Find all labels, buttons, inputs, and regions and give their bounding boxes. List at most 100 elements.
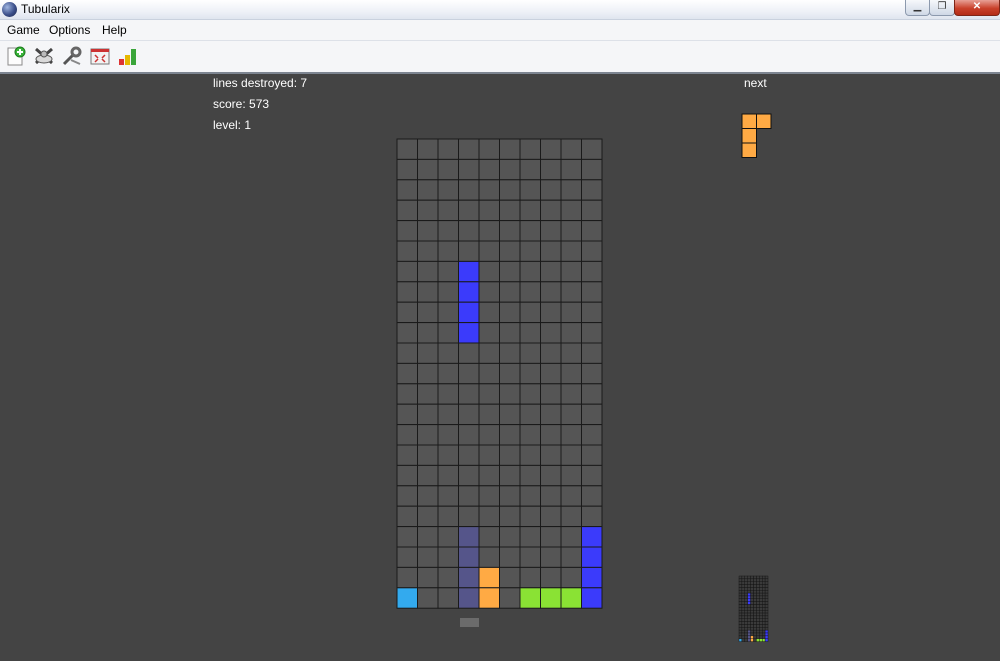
- mini-map-cell: [756, 581, 760, 585]
- mini-map-cell: [762, 629, 766, 634]
- board-cell: [396, 158, 418, 181]
- mini-map-cell: [762, 604, 766, 608]
- board-cell: [458, 505, 480, 528]
- mini-map-cell: [747, 627, 751, 631]
- board-cell: [540, 403, 562, 426]
- board-cell: [519, 526, 541, 548]
- board-cell: [417, 342, 439, 364]
- board-cell: [396, 342, 418, 364]
- board-cell: [458, 240, 480, 262]
- mini-map-cell: [759, 578, 763, 582]
- board-cell: [499, 464, 521, 487]
- board-cell: [519, 485, 541, 507]
- board-cell: [499, 403, 521, 426]
- mini-map-cell: [753, 629, 757, 634]
- board-cell: [560, 403, 582, 426]
- board-cell: [417, 526, 439, 548]
- mini-map-cell: [741, 578, 746, 582]
- board-cell: [417, 179, 439, 201]
- board-cell: [519, 301, 541, 324]
- board-cell: [417, 322, 439, 344]
- mini-map-cell: [741, 592, 746, 597]
- mini-map-cell: [744, 615, 748, 619]
- board-cell: [540, 383, 562, 405]
- board-cell: [499, 424, 521, 446]
- board-cell: [499, 158, 521, 181]
- board-cell: [458, 342, 480, 364]
- filled-cell: [458, 281, 480, 303]
- board-cell: [560, 199, 582, 222]
- mini-map-cell: [759, 618, 763, 622]
- board-cell: [478, 342, 500, 364]
- board-cell: [437, 587, 459, 609]
- mini-map-cell: [756, 629, 760, 634]
- board-cell: [581, 485, 603, 507]
- board-cell: [540, 424, 562, 446]
- mini-map-cell: [762, 592, 766, 597]
- board-cell: [458, 424, 480, 446]
- mini-map-cell: [756, 604, 760, 608]
- mini-map-cell: [741, 604, 746, 608]
- mini-map-cell: [756, 598, 760, 602]
- mini-map-cell: [738, 607, 743, 611]
- board-cell: [560, 342, 582, 364]
- drop-indicator: [460, 618, 479, 627]
- mini-map-cell: [764, 618, 769, 622]
- board-cell: [478, 403, 500, 426]
- board-cell: [499, 179, 521, 201]
- mini-map-cell: [762, 635, 766, 639]
- mini-map-cell: [747, 604, 751, 608]
- board-cell: [540, 322, 562, 344]
- mini-map-cell: [759, 612, 763, 617]
- mini-map-cell: [764, 632, 769, 637]
- board-cell: [437, 424, 459, 446]
- mini-map-cell: [744, 595, 748, 600]
- board-cell: [581, 505, 603, 528]
- mini-map-cell: [753, 604, 757, 608]
- board-cell: [499, 383, 521, 405]
- board-cell: [540, 526, 562, 548]
- mini-map-cell: [750, 604, 754, 608]
- board-cell: [581, 362, 603, 385]
- mini-map-cell: [762, 624, 766, 628]
- board-cell: [540, 505, 562, 528]
- filled-cell: [519, 587, 541, 609]
- mini-map-cell: [744, 578, 748, 582]
- mini-map-cell: [744, 610, 748, 614]
- mini-map-cell: [741, 595, 746, 600]
- mini-map-cell: [750, 575, 754, 580]
- mini-map-cell: [750, 601, 754, 605]
- board-cell: [478, 362, 500, 385]
- board-cell: [478, 424, 500, 446]
- mini-map-cell: [738, 638, 743, 642]
- board-cell: [581, 322, 603, 344]
- board-cell: [581, 240, 603, 262]
- mini-map-cell: [738, 604, 743, 608]
- board-cell: [581, 301, 603, 324]
- filled-cell: [581, 566, 603, 589]
- mini-map-cell: [764, 587, 769, 591]
- mini-map-cell: [744, 629, 748, 634]
- board-cell: [437, 526, 459, 548]
- mini-map-cell: [738, 581, 743, 585]
- board-cell: [458, 485, 480, 507]
- mini-map-cell: [750, 584, 754, 588]
- mini-map-cell: [741, 587, 746, 591]
- board-cell: [519, 158, 541, 181]
- mini-map-cell: [759, 575, 763, 580]
- mini-map-cell: [764, 607, 769, 611]
- board-cell: [519, 179, 541, 201]
- board-cell: [437, 362, 459, 385]
- mini-map-cell: [747, 629, 751, 634]
- mini-map-cell: [762, 601, 766, 605]
- board-cell: [560, 566, 582, 589]
- mini-map-cell: [756, 595, 760, 600]
- mini-map-cell: [753, 632, 757, 637]
- mini-map-cell: [747, 618, 751, 622]
- mini-map-cell: [756, 584, 760, 588]
- board-cell: [396, 424, 418, 446]
- mini-map-cell: [741, 584, 746, 588]
- board-cell: [478, 444, 500, 466]
- next-piece-block: [741, 142, 757, 158]
- mini-map-cell: [764, 604, 769, 608]
